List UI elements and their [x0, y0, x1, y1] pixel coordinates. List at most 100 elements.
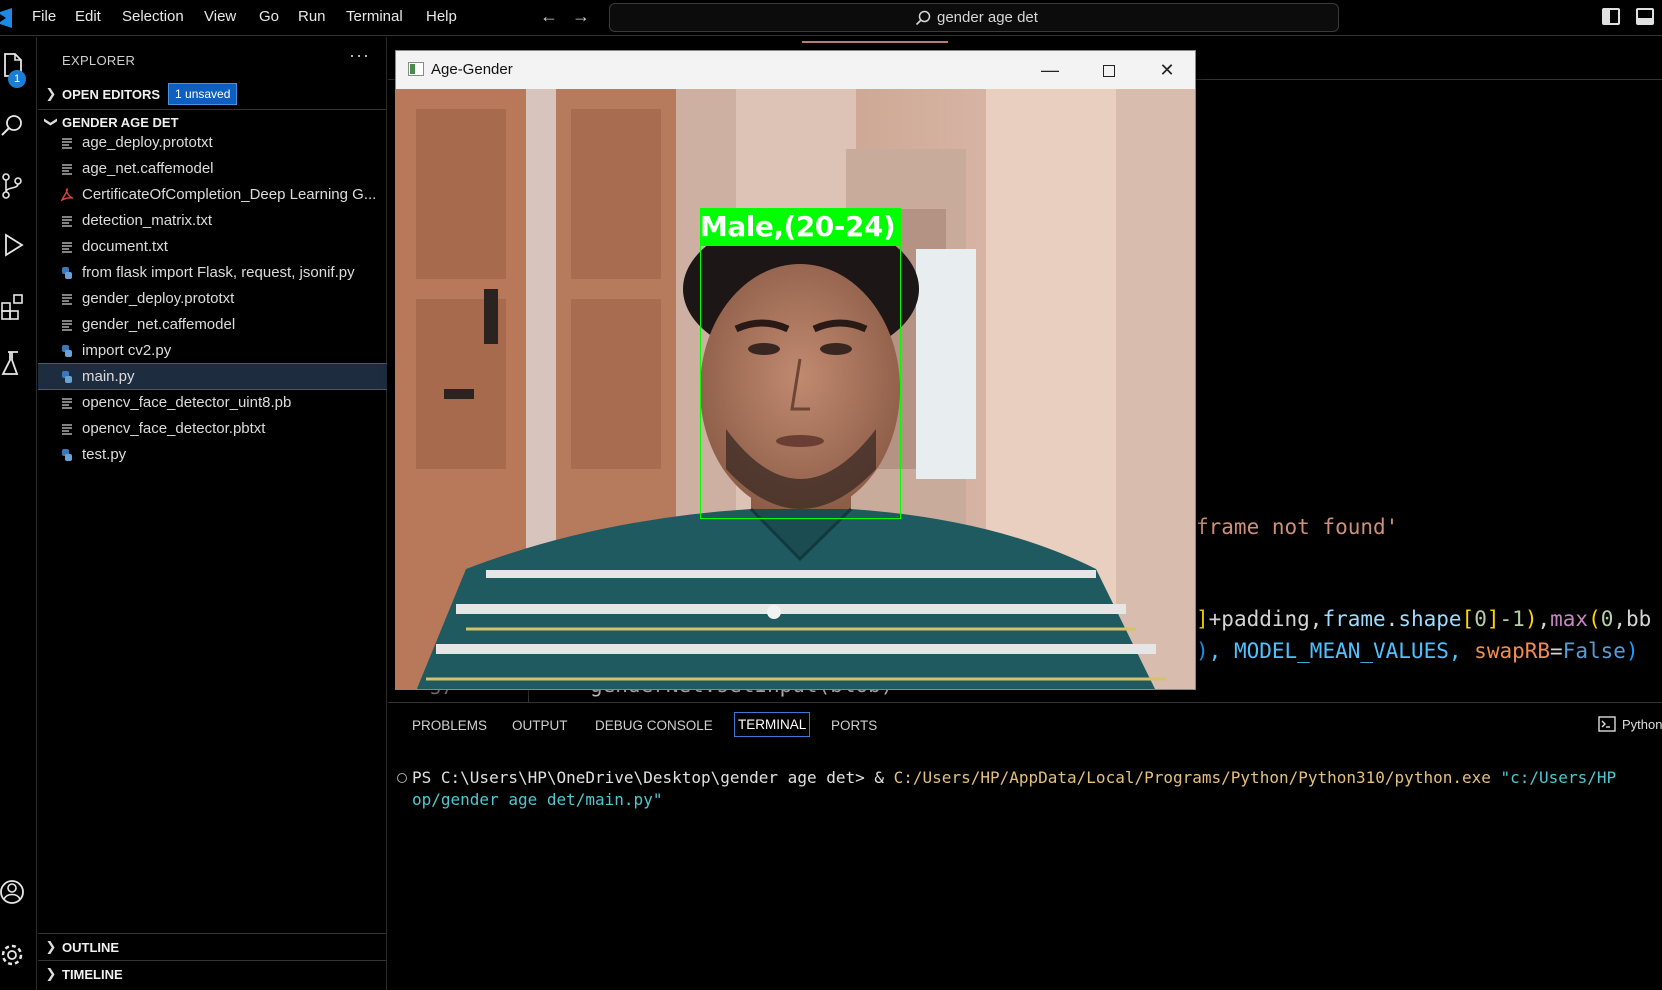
pdf-file-icon [58, 187, 76, 202]
toggle-panel-icon[interactable] [1636, 8, 1654, 25]
bottom-panel: PROBLEMS OUTPUT DEBUG CONSOLE TERMINAL P… [388, 702, 1662, 990]
prediction-label: Male,(20-24) [700, 210, 896, 243]
menu-file[interactable]: File [32, 8, 56, 25]
python-file-icon [58, 266, 76, 280]
python-file-icon [58, 448, 76, 462]
webcam-frame: Male,(20-24) [396, 89, 1195, 689]
tab-terminal[interactable]: TERMINAL [734, 712, 811, 737]
menu-selection[interactable]: Selection [122, 8, 184, 25]
file-name: document.txt [82, 238, 168, 255]
run-debug-icon[interactable] [0, 231, 30, 261]
file-name: main.py [82, 368, 135, 385]
search-text: gender age det [937, 9, 1038, 26]
age-gender-window[interactable]: Age-Gender — ✕ Male,(20-24) [395, 50, 1196, 690]
explorer-badge: 1 [8, 70, 26, 88]
app-icon [408, 62, 424, 76]
text-file-icon [58, 240, 76, 254]
text-file-icon [58, 214, 76, 228]
title-bar: File Edit Selection View Go Run Terminal… [0, 0, 1662, 36]
file-item[interactable]: age_net.caffemodel [38, 155, 387, 182]
tab-output[interactable]: OUTPUT [512, 718, 568, 733]
minimize-icon[interactable]: — [1030, 56, 1070, 84]
file-item[interactable]: opencv_face_detector_uint8.pb [38, 389, 387, 416]
explorer-title: EXPLORER [62, 53, 136, 68]
file-name: gender_deploy.prototxt [82, 290, 235, 307]
command-decoration-icon [397, 773, 407, 783]
file-item[interactable]: test.py [38, 441, 387, 468]
explorer-sidebar: EXPLORER ··· ❯ OPEN EDITORS 1 unsaved ❯ … [38, 37, 387, 990]
code-line-padding: ]+padding,frame.shape[0]-1),max(0,bb [1196, 607, 1652, 631]
window-title-bar[interactable]: Age-Gender — ✕ [396, 51, 1195, 89]
active-tab-indicator [802, 41, 948, 43]
terminal-icon [1598, 716, 1616, 732]
chevron-right-icon: ❯ [45, 939, 57, 954]
text-file-icon [58, 422, 76, 436]
file-name: opencv_face_detector_uint8.pb [82, 394, 292, 411]
close-icon[interactable]: ✕ [1147, 56, 1187, 84]
forward-arrow-icon[interactable]: → [572, 6, 590, 27]
chevron-right-icon: ❯ [45, 966, 57, 981]
file-name: from flask import Flask, request, jsonif… [82, 264, 355, 281]
terminal-line[interactable]: op/gender age det/main.py" [412, 790, 662, 809]
python-file-icon [58, 370, 76, 384]
file-item[interactable]: main.py [38, 363, 387, 390]
menu-terminal[interactable]: Terminal [346, 8, 403, 25]
file-item[interactable]: opencv_face_detector.pbtxt [38, 415, 387, 442]
search-icon [915, 10, 931, 25]
text-file-icon [58, 136, 76, 150]
menu-run[interactable]: Run [298, 8, 326, 25]
maximize-icon[interactable] [1089, 56, 1129, 84]
file-name: opencv_face_detector.pbtxt [82, 420, 266, 437]
extensions-icon[interactable] [0, 291, 30, 321]
menu-edit[interactable]: Edit [75, 8, 101, 25]
file-item[interactable]: age_deploy.prototxt [38, 129, 387, 156]
activity-bar: 1 [0, 37, 37, 990]
open-editors-section[interactable]: ❯ OPEN EDITORS 1 unsaved [38, 81, 387, 107]
python-file-icon [58, 344, 76, 358]
text-file-icon [58, 292, 76, 306]
tab-debug-console[interactable]: DEBUG CONSOLE [595, 718, 713, 733]
file-item[interactable]: import cv2.py [38, 337, 387, 364]
file-item[interactable]: from flask import Flask, request, jsonif… [38, 259, 387, 286]
file-item[interactable]: document.txt [38, 233, 387, 260]
search-icon[interactable] [0, 111, 30, 141]
folder-label: GENDER AGE DET [62, 114, 179, 130]
face-bounding-box [700, 243, 901, 519]
menu-go[interactable]: Go [259, 8, 279, 25]
file-item[interactable]: detection_matrix.txt [38, 207, 387, 234]
terminal-profile[interactable]: Python [1598, 716, 1662, 732]
terminal-line[interactable]: PS C:\Users\HP\OneDrive\Desktop\gender a… [412, 768, 1616, 787]
testing-icon[interactable] [0, 349, 30, 379]
file-name: age_net.caffemodel [82, 160, 214, 177]
vscode-logo-icon [0, 8, 12, 28]
outline-label: OUTLINE [62, 939, 120, 955]
terminal-profile-label: Python [1622, 716, 1662, 732]
chevron-right-icon: ❯ [45, 86, 57, 101]
code-line-mean-values: ), MODEL_MEAN_VALUES, swapRB=False) [1196, 639, 1639, 663]
timeline-section[interactable]: ❯ TIMELINE [38, 961, 387, 987]
command-center-search[interactable]: gender age det [609, 3, 1339, 32]
menu-view[interactable]: View [204, 8, 236, 25]
settings-gear-icon[interactable] [0, 940, 30, 970]
unsaved-badge: 1 unsaved [168, 83, 238, 105]
menu-help[interactable]: Help [426, 8, 457, 25]
text-file-icon [58, 318, 76, 332]
file-name: import cv2.py [82, 342, 172, 359]
account-icon[interactable] [0, 877, 30, 907]
file-name: test.py [82, 446, 127, 463]
file-item[interactable]: gender_net.caffemodel [38, 311, 387, 338]
more-actions-icon[interactable]: ··· [349, 45, 370, 66]
timeline-label: TIMELINE [62, 966, 123, 982]
file-name: detection_matrix.txt [82, 212, 213, 229]
outline-section[interactable]: ❯ OUTLINE [38, 934, 387, 960]
file-name: age_deploy.prototxt [82, 134, 213, 151]
toggle-sidebar-icon[interactable] [1602, 8, 1620, 25]
file-item[interactable]: gender_deploy.prototxt [38, 285, 387, 312]
tab-ports[interactable]: PORTS [831, 718, 877, 733]
source-control-icon[interactable] [0, 171, 30, 201]
code-line-frame-not-found: frame not found' [1196, 515, 1399, 539]
tab-problems[interactable]: PROBLEMS [412, 718, 487, 733]
text-file-icon [58, 396, 76, 410]
back-arrow-icon[interactable]: ← [540, 6, 558, 27]
file-item[interactable]: CertificateOfCompletion_Deep Learning G.… [38, 181, 387, 208]
